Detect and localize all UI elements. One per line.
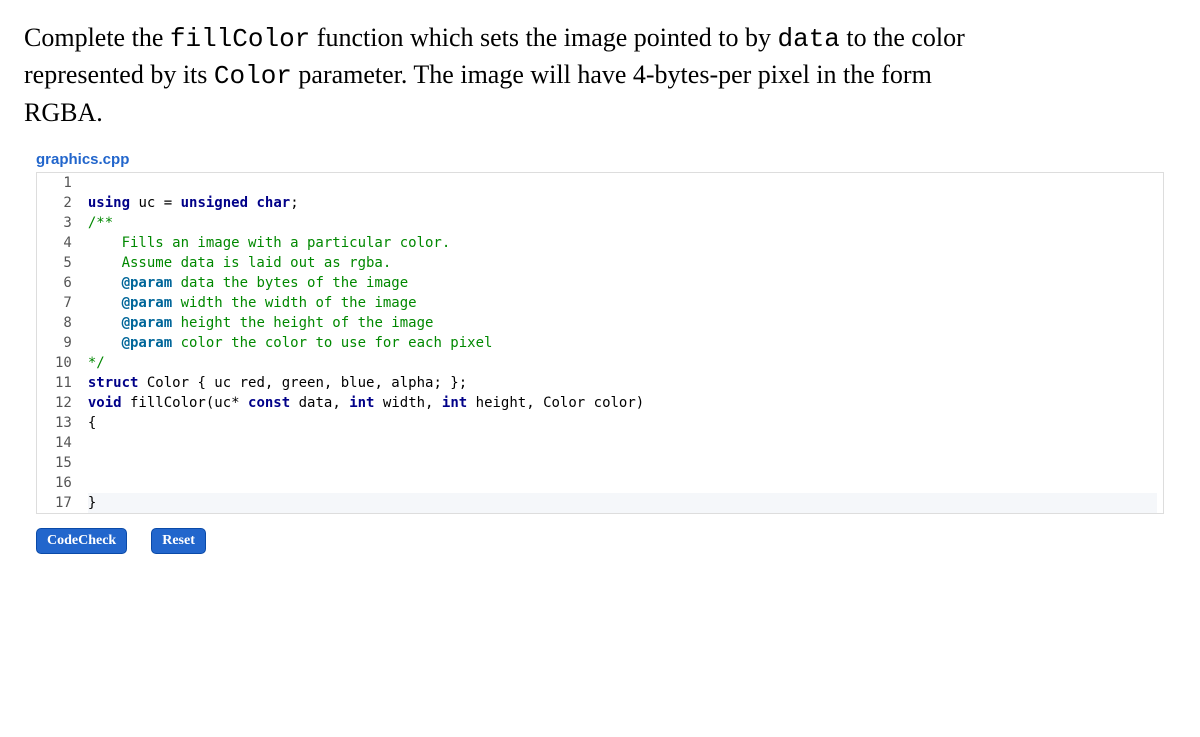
code-line[interactable]: Assume data is laid out as rgba. — [88, 253, 1157, 273]
code-line[interactable]: Fills an image with a particular color. — [88, 233, 1157, 253]
code-line[interactable]: void fillColor(uc* const data, int width… — [88, 393, 1157, 413]
instr-code2: data — [777, 24, 839, 54]
filename-label: graphics.cpp — [36, 151, 1176, 168]
line-gutter: 1234567891011121314151617 — [37, 173, 82, 513]
button-row: CodeCheck Reset — [36, 528, 1176, 554]
code-line[interactable]: @param height the height of the image — [88, 313, 1157, 333]
code-line[interactable]: */ — [88, 353, 1157, 373]
code-line[interactable]: /** — [88, 213, 1157, 233]
code-line[interactable]: @param color the color to use for each p… — [88, 333, 1157, 353]
code-line[interactable]: { — [88, 413, 1157, 433]
code-line[interactable] — [88, 473, 1157, 493]
code-line[interactable]: @param data the bytes of the image — [88, 273, 1157, 293]
code-line[interactable]: } — [88, 493, 1157, 513]
code-line[interactable] — [88, 173, 1157, 193]
problem-statement: Complete the fillColor function which se… — [24, 20, 974, 131]
code-line[interactable]: struct Color { uc red, green, blue, alph… — [88, 373, 1157, 393]
instr-code3: Color — [214, 61, 292, 91]
code-line[interactable]: using uc = unsigned char; — [88, 193, 1157, 213]
instr-code1: fillColor — [170, 24, 310, 54]
instr-text2: function which sets the image pointed to… — [310, 23, 777, 52]
code-line[interactable]: @param width the width of the image — [88, 293, 1157, 313]
code-line[interactable] — [88, 433, 1157, 453]
reset-button[interactable]: Reset — [151, 528, 206, 554]
code-line[interactable] — [88, 453, 1157, 473]
code-body[interactable]: using uc = unsigned char;/** Fills an im… — [82, 173, 1163, 513]
code-editor[interactable]: 1234567891011121314151617 using uc = uns… — [36, 172, 1164, 514]
codecheck-button[interactable]: CodeCheck — [36, 528, 127, 554]
instr-text: Complete the — [24, 23, 170, 52]
